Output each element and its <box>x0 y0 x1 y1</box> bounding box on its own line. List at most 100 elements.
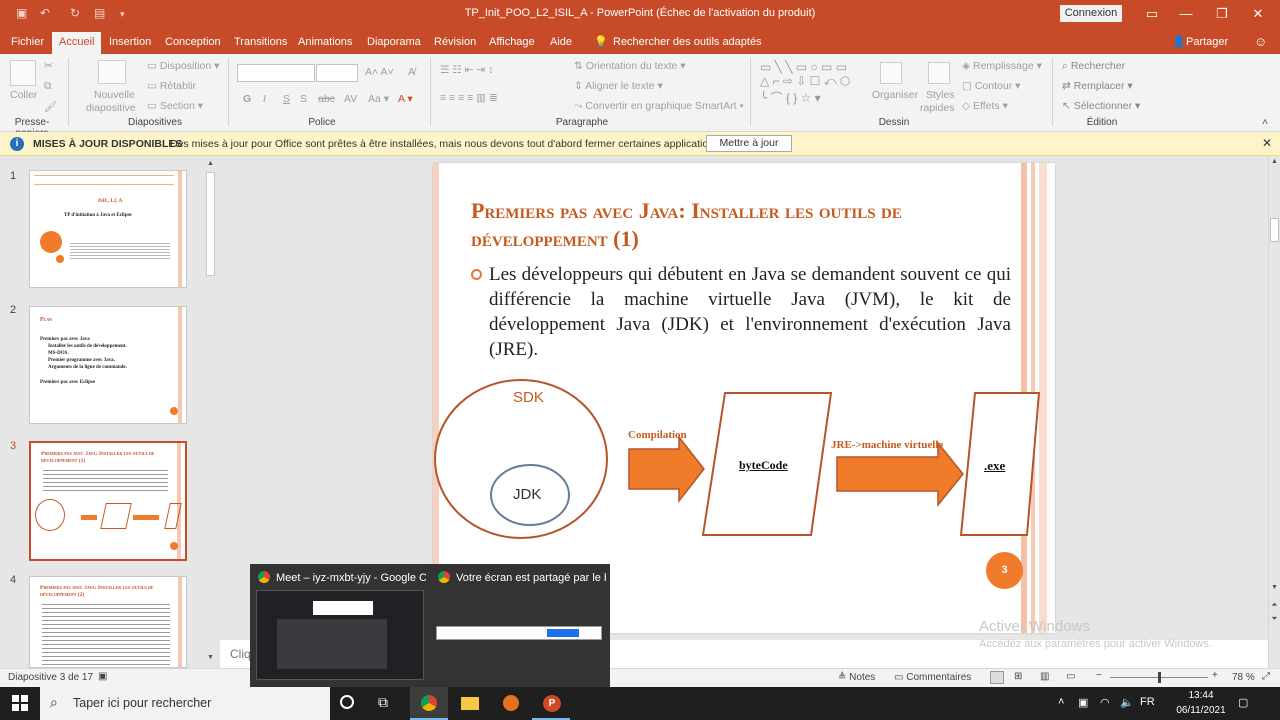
cortana-icon[interactable] <box>340 695 354 709</box>
thumbnail-slide-3[interactable]: Premiers pas avec Java: Installer les ou… <box>29 441 187 561</box>
notes-button[interactable]: ≜ Notes <box>838 672 875 683</box>
smiley-icon[interactable]: ☺ <box>1252 30 1269 54</box>
comments-button[interactable]: ▭ Commentaires <box>894 672 971 683</box>
meet-window-preview[interactable] <box>256 590 424 680</box>
sign-in-button[interactable]: Connexion <box>1060 5 1122 22</box>
shape-fill-button[interactable]: ◈ Remplissage ▾ <box>962 60 1042 72</box>
task-view-icon[interactable]: ⧉ <box>378 694 388 711</box>
taskbar-powerpoint[interactable]: P <box>532 687 570 720</box>
section-button[interactable]: ▭ Section ▾ <box>147 100 203 112</box>
share-button[interactable]: Partager <box>1184 30 1230 54</box>
font-color-icon[interactable]: A ▾ <box>398 93 413 105</box>
text-direction-button[interactable]: ⇅ Orientation du texte ▾ <box>574 60 686 72</box>
shapes-gallery[interactable]: ▭ ╲ ╲ ▭ ○ ▭ ▭ △ ⌐ ⇨ ⇩ ☐ ⤺ ⬡ ╰ ⌒ { } ☆ ▾ <box>760 60 850 106</box>
thumbnail-slide-1[interactable]: ISIL, L2, A TP d'initiation à Java et Ec… <box>29 170 187 288</box>
spacing-icon[interactable]: AV <box>344 93 357 105</box>
slide-title[interactable]: Premiers pas avec Java: Installer les ou… <box>471 197 991 253</box>
zoom-slider-thumb[interactable] <box>1158 672 1161 683</box>
case-icon[interactable]: Aa ▾ <box>368 93 389 105</box>
slideshow-view-icon[interactable]: ▭ <box>1066 671 1075 682</box>
maximize-button[interactable]: ❐ <box>1212 4 1232 24</box>
tab-conception[interactable]: Conception <box>163 30 223 54</box>
tab-aide[interactable]: Aide <box>548 30 574 54</box>
sorter-view-icon[interactable]: ⊞ <box>1014 671 1022 682</box>
normal-view-icon[interactable] <box>990 671 1004 684</box>
vlc-icon[interactable] <box>503 695 519 711</box>
scroll-down-icon[interactable]: ▼ <box>1269 584 1280 591</box>
update-now-button[interactable]: Mettre à jour <box>706 135 792 152</box>
taskbar-chrome[interactable] <box>410 687 448 720</box>
share-bar-preview[interactable] <box>436 626 602 640</box>
collapse-ribbon-icon[interactable]: ˄ <box>1262 116 1268 128</box>
clock-time[interactable]: 13:44 <box>1176 690 1226 701</box>
align-text-button[interactable]: ⇕ Aligner le texte ▾ <box>574 80 663 92</box>
cut-icon[interactable]: ✂ <box>44 60 53 72</box>
underline-icon[interactable]: S <box>283 93 290 105</box>
close-icon[interactable]: ✕ <box>1262 136 1272 150</box>
shape-outline-button[interactable]: ▢ Contour ▾ <box>962 80 1020 92</box>
format-painter-icon[interactable]: 🖌 <box>44 100 57 113</box>
smartart-button[interactable]: ⤳ Convertir en graphique SmartArt ▾ <box>574 100 744 113</box>
zoom-level[interactable]: 78 % <box>1232 672 1255 683</box>
zoom-in-icon[interactable]: + <box>1212 670 1218 681</box>
tab-affichage[interactable]: Affichage <box>487 30 537 54</box>
tab-accueil[interactable]: Accueil <box>52 32 102 54</box>
layout-button[interactable]: ▭ Disposition ▾ <box>147 60 219 72</box>
scroll-up-icon[interactable]: ▲ <box>1269 158 1280 165</box>
scroll-up-icon[interactable]: ▲ <box>205 160 216 172</box>
language-icon[interactable]: FR <box>1140 696 1155 708</box>
wifi-icon[interactable]: ◠ <box>1100 696 1110 709</box>
tab-transitions[interactable]: Transitions <box>232 30 289 54</box>
file-explorer-icon[interactable] <box>461 697 479 710</box>
clock-date[interactable]: 06/11/2021 <box>1176 705 1226 716</box>
preview-title-share[interactable]: Votre écran est partagé par le b... <box>456 572 606 584</box>
search-input[interactable]: Taper ici pour rechercher <box>73 696 211 710</box>
minimize-button[interactable]: — <box>1176 4 1196 24</box>
arrange-icon[interactable] <box>880 62 902 84</box>
arrange-button[interactable]: Organiser <box>872 89 918 101</box>
thumbnail-slide-4[interactable]: Premiers pas avec Java: Installer les ou… <box>29 576 187 668</box>
preview-title-meet[interactable]: Meet – iyz-mxbt-yjy - Google C... <box>276 572 426 584</box>
tab-revision[interactable]: Révision <box>432 30 478 54</box>
reading-view-icon[interactable]: ▥ <box>1040 671 1049 682</box>
find-button[interactable]: ⌕ Rechercher <box>1062 60 1125 73</box>
spellcheck-icon[interactable]: ▣ <box>98 671 107 682</box>
previous-slide-icon[interactable]: ⏶ <box>1269 600 1280 610</box>
volume-icon[interactable]: 🔈 <box>1120 696 1134 709</box>
quick-styles-icon[interactable] <box>928 62 950 84</box>
windows-start-icon[interactable] <box>12 695 28 711</box>
taskbar-search[interactable]: ⌕ Taper ici pour rechercher <box>40 687 330 720</box>
next-slide-icon[interactable]: ⏷ <box>1269 614 1280 624</box>
shadow-icon[interactable]: S <box>300 93 307 105</box>
scroll-thumb[interactable] <box>206 172 215 276</box>
tab-diaporama[interactable]: Diaporama <box>365 30 423 54</box>
new-slide-label-2[interactable]: diapositive <box>86 102 136 114</box>
align-icons[interactable]: ≡ ≡ ≡ ≡ ▥ ≣ <box>440 92 498 104</box>
new-slide-label-1[interactable]: Nouvelle <box>94 89 135 101</box>
scroll-down-icon[interactable]: ▼ <box>205 654 216 666</box>
thumbnail-slide-2[interactable]: Plan Premiers pas avec Java Installer le… <box>29 306 187 424</box>
tab-insertion[interactable]: Insertion <box>107 30 153 54</box>
tab-animations[interactable]: Animations <box>296 30 354 54</box>
tell-me-search[interactable]: Rechercher des outils adaptés <box>611 30 764 54</box>
clear-format-icon[interactable]: A̸ <box>408 66 415 78</box>
shape-effects-button[interactable]: ◇ Effets ▾ <box>962 100 1008 112</box>
replace-button[interactable]: ⇄ Remplacer ▾ <box>1062 80 1133 92</box>
slide-canvas[interactable]: Premiers pas avec Java: Installer les ou… <box>433 163 1055 633</box>
quick-styles-label-1[interactable]: Styles <box>926 89 955 101</box>
quick-styles-label-2[interactable]: rapides <box>920 102 954 114</box>
zoom-out-icon[interactable]: − <box>1096 670 1102 681</box>
tray-chevron-icon[interactable]: ˄ <box>1058 696 1064 708</box>
paste-icon[interactable] <box>10 60 36 86</box>
font-size-combo[interactable] <box>316 64 358 82</box>
italic-icon[interactable]: I <box>263 93 266 105</box>
copy-icon[interactable]: ⧉ <box>44 80 52 93</box>
paste-button[interactable]: Coller <box>10 89 37 101</box>
notifications-icon[interactable]: ▢ <box>1238 696 1248 709</box>
editor-scrollbar[interactable]: ▲ ▼ ⏶ ⏷ <box>1268 156 1280 668</box>
thumbnail-scrollbar[interactable]: ▲ ▼ <box>205 160 216 666</box>
network-icon[interactable]: ▣ <box>1078 696 1088 709</box>
new-slide-icon[interactable] <box>98 60 126 84</box>
slide-body-text[interactable]: Les développeurs qui débutent en Java se… <box>489 262 1011 362</box>
font-name-combo[interactable] <box>237 64 315 82</box>
